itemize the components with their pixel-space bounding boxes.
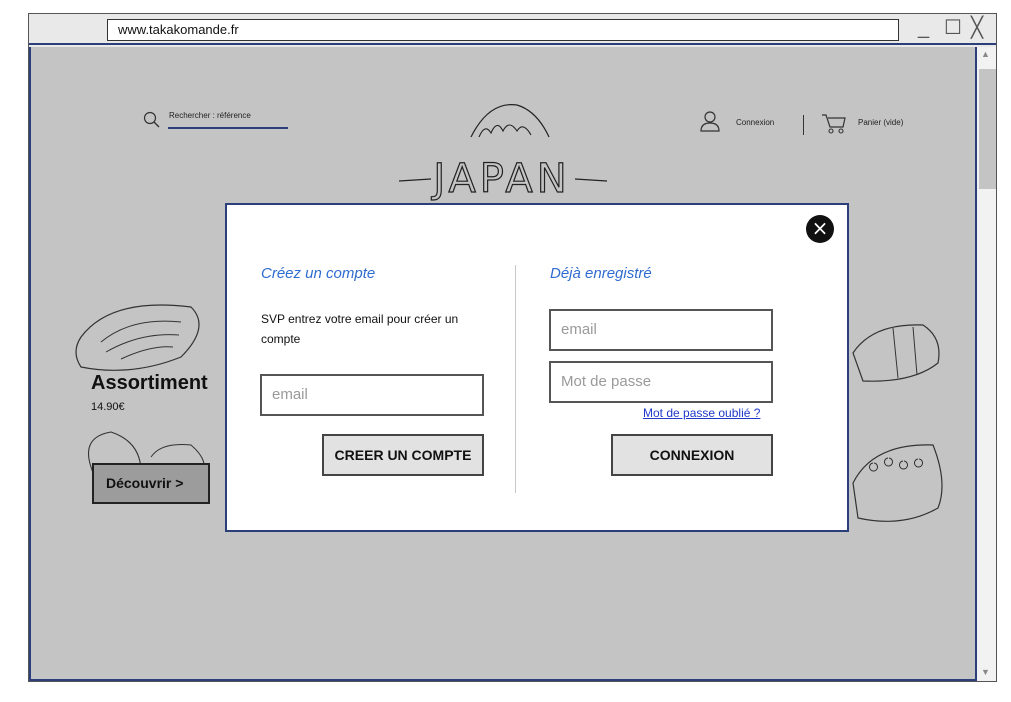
minimize-icon[interactable]: _ [918, 17, 929, 39]
search-icon [143, 111, 160, 128]
product-title: Assortiment [91, 372, 208, 394]
scroll-up-icon[interactable]: ▲ [981, 49, 990, 59]
maximize-icon[interactable]: ☐ [944, 17, 962, 39]
create-account-button[interactable]: CREER UN COMPTE [322, 434, 484, 476]
address-bar[interactable]: www.takakomande.fr [107, 19, 899, 41]
product-price: 14.90€ [91, 401, 125, 413]
browser-window: www.takakomande.fr _ ☐ ╳ Rechercher : ré… [28, 13, 997, 682]
close-window-icon[interactable]: ╳ [971, 17, 983, 39]
page-content: Rechercher : référence JAPAN Connexion P… [29, 47, 975, 681]
cart-icon [822, 114, 846, 134]
discover-button[interactable]: Découvrir > [92, 463, 210, 504]
login-email-field[interactable]: email [549, 309, 773, 351]
logo[interactable]: JAPAN [399, 99, 609, 202]
cart-link[interactable]: Panier (vide) [858, 118, 903, 127]
logo-text: JAPAN [433, 156, 571, 202]
password-field[interactable]: Mot de passe [549, 361, 773, 403]
create-email-field[interactable]: email [260, 374, 484, 416]
search-input[interactable]: Rechercher : référence [169, 111, 251, 120]
scrollbar[interactable]: ▲ ▼ [975, 47, 996, 681]
close-icon[interactable]: × [806, 215, 834, 243]
forgot-password-link[interactable]: Mot de passe oublié ? [643, 406, 760, 420]
column-divider [515, 265, 516, 493]
login-modal: × Créez un compte SVP entrez votre email… [225, 203, 849, 532]
header-divider [803, 115, 804, 135]
login-button[interactable]: CONNEXION [611, 434, 773, 476]
search-underline [168, 127, 288, 129]
create-account-description: SVP entrez votre email pour créer un com… [261, 312, 459, 346]
scrollbar-thumb[interactable] [979, 69, 996, 189]
sushi-illustration-right [852, 324, 943, 522]
registered-title: Déjà enregistré [550, 265, 652, 282]
scroll-down-icon[interactable]: ▼ [981, 667, 990, 677]
login-link[interactable]: Connexion [736, 118, 774, 127]
title-bar: www.takakomande.fr _ ☐ ╳ [29, 14, 996, 45]
create-account-title: Créez un compte [261, 265, 376, 282]
account-area: Connexion Panier (vide) [699, 110, 959, 140]
user-icon [700, 111, 720, 132]
